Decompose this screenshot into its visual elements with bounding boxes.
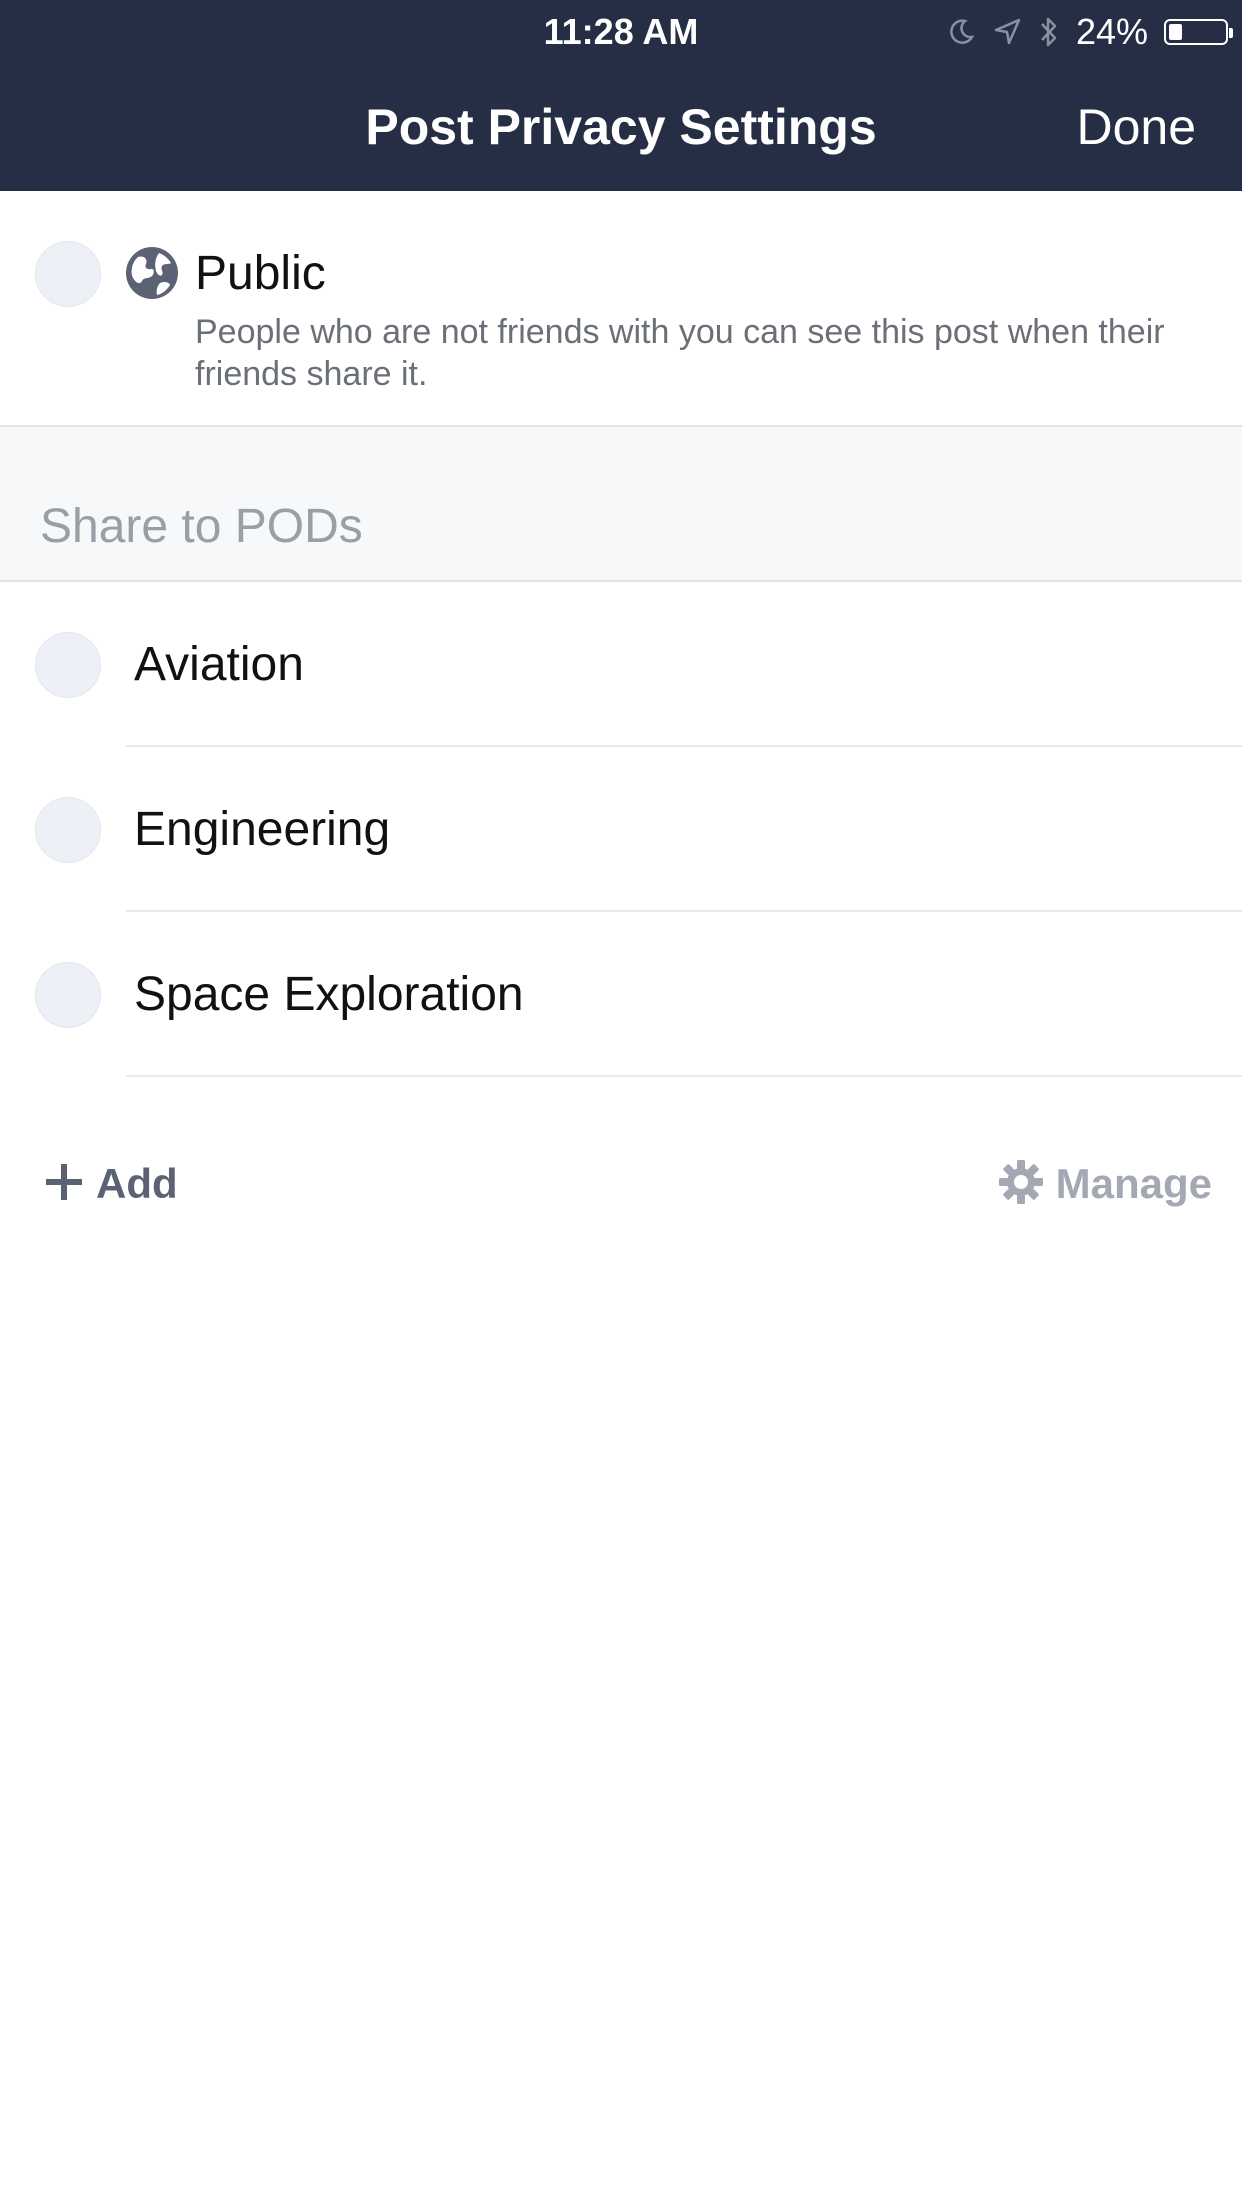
- pod-label: Aviation: [134, 638, 304, 691]
- divider: [126, 1075, 1242, 1077]
- battery-icon: [1164, 19, 1233, 45]
- location-arrow-icon: [992, 17, 1022, 47]
- pod-label: Engineering: [134, 803, 391, 856]
- moon-icon: [946, 17, 976, 47]
- bluetooth-icon: [1038, 14, 1060, 50]
- battery-level-fill: [1169, 24, 1182, 40]
- manage-button[interactable]: Manage: [998, 1154, 1212, 1214]
- done-button[interactable]: Done: [1076, 92, 1196, 162]
- pod-item-aviation[interactable]: Aviation: [0, 582, 1242, 747]
- pod-radio[interactable]: [35, 632, 101, 698]
- public-description: People who are not friends with you can …: [195, 313, 1165, 393]
- add-label: Add: [96, 1160, 178, 1207]
- pod-radio[interactable]: [35, 962, 101, 1028]
- public-radio[interactable]: [35, 241, 101, 307]
- pod-item-space-exploration[interactable]: Space Exploration: [0, 912, 1242, 1077]
- battery-percent: 24%: [1075, 11, 1148, 52]
- gear-icon: [998, 1159, 1044, 1210]
- public-option[interactable]: Public People who are not friends with y…: [0, 191, 1242, 427]
- section-header: Share to PODs: [0, 427, 1242, 582]
- pod-label: Space Exploration: [134, 968, 524, 1021]
- public-title: Public: [195, 247, 326, 300]
- section-label: Share to PODs: [40, 500, 363, 553]
- manage-label: Manage: [1055, 1160, 1212, 1207]
- page-title: Post Privacy Settings: [365, 99, 877, 155]
- top-bar: 11:28 AM 24% Post Privacy Settings Done: [0, 0, 1242, 191]
- add-button[interactable]: Add: [44, 1154, 178, 1214]
- pod-radio[interactable]: [35, 797, 101, 863]
- status-icons: 24%: [946, 8, 1233, 56]
- pod-item-engineering[interactable]: Engineering: [0, 747, 1242, 912]
- globe-icon: [124, 245, 180, 301]
- plus-icon: [44, 1162, 84, 1207]
